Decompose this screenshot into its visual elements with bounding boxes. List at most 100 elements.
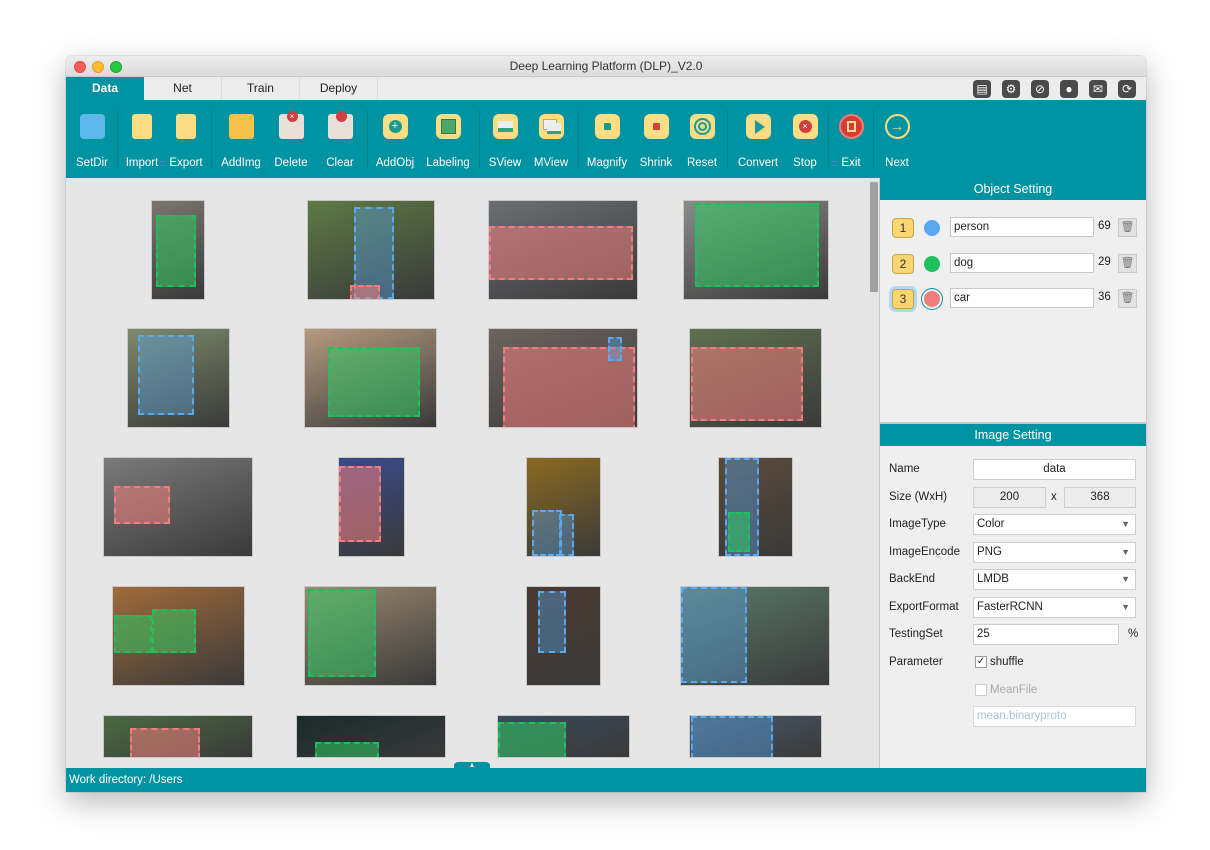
mview-button[interactable]: MView — [529, 108, 573, 172]
object-color-swatch[interactable] — [924, 291, 940, 307]
minimize-window-button[interactable] — [92, 61, 104, 73]
mail-icon[interactable]: ✉ — [1089, 80, 1107, 98]
image-grid[interactable]: ▲ — [66, 178, 878, 768]
image-thumbnail[interactable] — [307, 200, 435, 300]
sview-button[interactable]: SView — [484, 108, 526, 172]
object-color-swatch[interactable] — [924, 220, 940, 236]
person-bounding-box[interactable] — [691, 716, 773, 757]
image-thumbnail[interactable] — [338, 457, 405, 557]
gear-icon[interactable]: ⚙ — [1002, 80, 1020, 98]
dog-bounding-box[interactable] — [728, 512, 750, 552]
object-index-button[interactable]: 1 — [892, 218, 914, 238]
image-thumbnail[interactable] — [103, 457, 253, 557]
person-bounding-box[interactable] — [559, 514, 574, 556]
setdir-button[interactable]: SetDir — [70, 108, 114, 172]
import-button[interactable]: Import — [121, 108, 163, 172]
dog-bounding-box[interactable] — [156, 215, 196, 287]
testing-set-input[interactable]: 25 — [973, 624, 1119, 645]
image-thumbnail[interactable] — [296, 715, 446, 758]
name-input[interactable]: data — [973, 459, 1136, 480]
shuffle-checkbox[interactable]: ✓ — [975, 656, 987, 668]
dog-bounding-box[interactable] — [315, 742, 379, 757]
compass-icon[interactable]: ⊘ — [1031, 80, 1049, 98]
convert-button[interactable]: Convert — [732, 108, 784, 172]
refresh-icon[interactable]: ⟳ — [1118, 80, 1136, 98]
trash-icon[interactable]: 🗑 — [1118, 218, 1137, 237]
person-bounding-box[interactable] — [538, 591, 566, 653]
image-thumbnail[interactable] — [680, 586, 830, 686]
object-name-input[interactable] — [950, 217, 1094, 237]
object-color-swatch[interactable] — [924, 256, 940, 272]
dog-bounding-box[interactable] — [152, 609, 196, 653]
image-thumbnail[interactable] — [103, 715, 253, 758]
image-thumbnail[interactable] — [689, 715, 822, 758]
toolbar: SetDir Import Export AddImg × Delete Cle… — [66, 100, 1146, 178]
object-name-input[interactable] — [950, 253, 1094, 273]
dog-bounding-box[interactable] — [308, 589, 376, 677]
image-thumbnail[interactable] — [718, 457, 793, 557]
exit-button[interactable]: Exit — [833, 108, 869, 172]
export-button[interactable]: Export — [164, 108, 208, 172]
image-thumbnail[interactable] — [526, 457, 601, 557]
meanfile-checkbox[interactable] — [975, 684, 987, 696]
image-thumbnail[interactable] — [304, 328, 437, 428]
dog-bounding-box[interactable] — [498, 722, 566, 757]
image-type-select[interactable]: Color ▼ — [973, 514, 1136, 535]
trash-icon[interactable]: 🗑 — [1118, 289, 1137, 308]
image-thumbnail[interactable] — [127, 328, 230, 428]
tab-train[interactable]: Train — [222, 77, 300, 100]
next-button[interactable]: → Next — [878, 108, 916, 172]
object-index-button[interactable]: 2 — [892, 254, 914, 274]
dog-bounding-box[interactable] — [695, 203, 819, 287]
image-thumbnail[interactable] — [683, 200, 829, 300]
car-bounding-box[interactable] — [339, 466, 381, 542]
person-bounding-box[interactable] — [681, 587, 747, 683]
maximize-window-button[interactable] — [110, 61, 122, 73]
image-thumbnail[interactable] — [112, 586, 245, 686]
tab-deploy[interactable]: Deploy — [300, 77, 378, 100]
export-format-select[interactable]: FasterRCNN ▼ — [973, 597, 1136, 618]
dog-bounding-box[interactable] — [328, 347, 420, 417]
delete-button[interactable]: × Delete — [269, 108, 313, 172]
backend-select[interactable]: LMDB ▼ — [973, 569, 1136, 590]
trash-icon[interactable]: 🗑 — [1118, 254, 1137, 273]
wechat-icon[interactable]: ● — [1060, 80, 1078, 98]
width-input[interactable]: 200 — [973, 487, 1046, 508]
addobj-button[interactable]: + AddObj — [371, 108, 419, 172]
object-name-input[interactable] — [950, 288, 1094, 308]
reset-button[interactable]: Reset — [681, 108, 723, 172]
next-arrow-icon: → — [884, 114, 910, 139]
car-bounding-box[interactable] — [489, 226, 633, 280]
image-encode-select[interactable]: PNG ▼ — [973, 542, 1136, 563]
car-bounding-box[interactable] — [114, 486, 170, 524]
meanfile-path-input[interactable]: mean.binaryproto — [973, 706, 1136, 727]
car-bounding-box[interactable] — [691, 347, 803, 421]
image-thumbnail[interactable] — [689, 328, 822, 428]
image-thumbnail[interactable] — [151, 200, 205, 300]
shrink-button[interactable]: Shrink — [635, 108, 677, 172]
image-thumbnail[interactable] — [526, 586, 601, 686]
person-bounding-box[interactable] — [138, 335, 194, 415]
image-thumbnail[interactable] — [304, 586, 437, 686]
document-icon[interactable]: ▤ — [973, 80, 991, 98]
person-bounding-box[interactable] — [608, 337, 622, 361]
height-input[interactable]: 368 — [1064, 487, 1136, 508]
person-bounding-box[interactable] — [532, 510, 562, 556]
close-window-button[interactable] — [74, 61, 86, 73]
image-thumbnail[interactable] — [488, 200, 638, 300]
object-row: 1 69 🗑 — [892, 217, 1142, 239]
car-bounding-box[interactable] — [350, 285, 380, 299]
image-thumbnail[interactable] — [488, 328, 638, 428]
image-thumbnail[interactable] — [497, 715, 630, 758]
dog-bounding-box[interactable] — [114, 615, 152, 653]
vertical-scrollbar[interactable] — [870, 182, 878, 292]
stop-button[interactable]: × Stop — [786, 108, 824, 172]
tab-net[interactable]: Net — [144, 77, 222, 100]
tab-data[interactable]: Data — [66, 77, 144, 100]
addimg-button[interactable]: AddImg — [216, 108, 266, 172]
magnify-button[interactable]: Magnify — [583, 108, 631, 172]
car-bounding-box[interactable] — [130, 728, 200, 757]
clear-button[interactable]: Clear — [318, 108, 362, 172]
object-index-button[interactable]: 3 — [892, 289, 914, 309]
labeling-button[interactable]: Labeling — [422, 108, 474, 172]
